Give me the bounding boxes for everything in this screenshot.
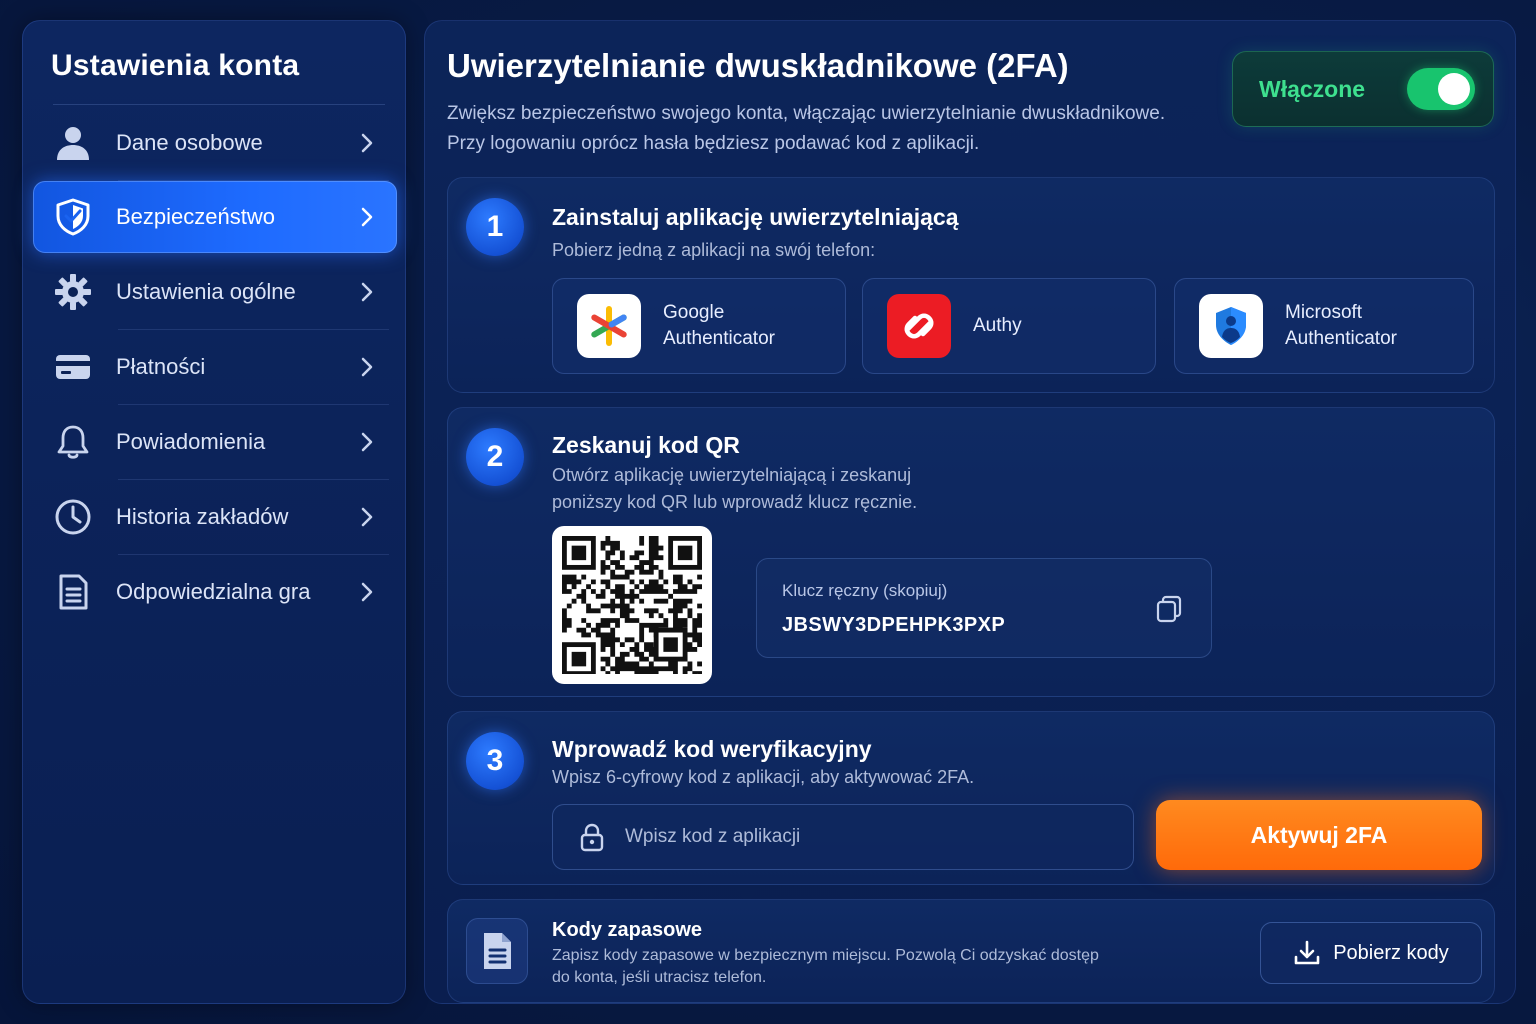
chevron-right-icon	[355, 280, 379, 304]
credit-card-icon	[51, 345, 95, 389]
step-number-badge: 2	[466, 428, 524, 486]
sidebar-item-security[interactable]: Bezpieczeństwo	[33, 181, 397, 253]
app-card-microsoft-authenticator[interactable]: Microsoft Authenticator	[1174, 278, 1474, 374]
toggle-label: Włączone	[1259, 75, 1366, 102]
description-line: do konta, jeśli utracisz telefon.	[552, 969, 767, 986]
sidebar-item-payments[interactable]: Płatności	[33, 331, 397, 405]
step-title: Wprowadź kod weryfikacyjny	[552, 736, 872, 762]
activate-2fa-button[interactable]: Aktywuj 2FA	[1156, 800, 1482, 870]
2fa-status-card: Włączone	[1232, 51, 1494, 127]
chevron-right-icon	[355, 430, 379, 454]
manual-key-label: Klucz ręczny (skopiuj)	[782, 581, 948, 600]
sidebar-title: Ustawienia konta	[51, 49, 300, 82]
chevron-right-icon	[355, 505, 379, 529]
sidebar-item-responsible-gaming[interactable]: Odpowiedzialna gra	[33, 556, 397, 628]
sidebar-item-label: Odpowiedzialna gra	[116, 579, 311, 604]
chevron-right-icon	[355, 580, 379, 604]
app-name: Google Authenticator	[663, 300, 813, 352]
shield-icon	[51, 195, 95, 239]
description-line: Przy logowaniu oprócz hasła będziesz pod…	[447, 133, 980, 154]
sidebar-item-label: Historia zakładów	[116, 504, 289, 529]
sidebar-item-label: Płatności	[116, 354, 206, 379]
step-number-badge: 1	[466, 198, 524, 256]
description-line: Zapisz kody zapasowe w bezpiecznym miejs…	[552, 947, 1099, 964]
chevron-right-icon	[355, 205, 379, 229]
step-subtitle: Pobierz jedną z aplikacji na swój telefo…	[552, 240, 876, 260]
download-codes-label: Pobierz kody	[1333, 941, 1449, 964]
subtitle-line: poniższy kod QR lub wprowadź klucz ręczn…	[552, 492, 918, 512]
step-title: Zainstaluj aplikację uwierzytelniającą	[552, 204, 959, 230]
download-icon	[1293, 939, 1321, 967]
step-subtitle: Wpisz 6-cyfrowy kod z aplikacji, aby akt…	[552, 767, 975, 787]
sidebar-item-notifications[interactable]: Powiadomienia	[33, 406, 397, 480]
app-name-line: Authenticator	[1285, 328, 1397, 349]
verification-code-input[interactable]	[625, 826, 1133, 848]
app-name: Authy	[973, 313, 1123, 339]
authy-icon	[887, 294, 951, 358]
sidebar-item-label: Ustawienia ogólne	[116, 279, 296, 304]
page-title: Uwierzytelnianie dwuskładnikowe (2FA)	[447, 47, 1069, 84]
backup-codes-title: Kody zapasowe	[552, 919, 703, 941]
sidebar-item-label: Bezpieczeństwo	[116, 204, 275, 229]
divider	[118, 554, 389, 555]
verification-code-field[interactable]	[552, 804, 1134, 870]
app-card-google-authenticator[interactable]: Google Authenticator	[552, 278, 846, 374]
google-authenticator-icon	[577, 294, 641, 358]
two-factor-auth-panel: Uwierzytelnianie dwuskładnikowe (2FA) Zw…	[424, 20, 1516, 1004]
sidebar-item-general-settings[interactable]: Ustawienia ogólne	[33, 256, 397, 330]
bell-icon	[51, 420, 95, 464]
app-name-line: Authenticator	[663, 328, 775, 349]
divider	[53, 104, 385, 105]
chevron-right-icon	[355, 355, 379, 379]
divider	[118, 479, 389, 480]
app-card-authy[interactable]: Authy	[862, 278, 1156, 374]
manual-key-value[interactable]: JBSWY3DPEHPK3PXP	[782, 614, 1005, 637]
sidebar-item-label: Dane osobowe	[116, 130, 263, 155]
backup-codes-description: Zapisz kody zapasowe w bezpiecznym miejs…	[552, 945, 1152, 989]
subtitle-line: Otwórz aplikację uwierzytelniającą i zes…	[552, 465, 912, 485]
description-line: Zwiększ bezpieczeństwo swojego konta, wł…	[447, 103, 1166, 124]
manual-key-card: Klucz ręczny (skopiuj) JBSWY3DPEHPK3PXP	[756, 558, 1212, 658]
download-codes-button[interactable]: Pobierz kody	[1260, 922, 1482, 984]
2fa-toggle[interactable]	[1407, 68, 1475, 110]
user-icon	[51, 121, 95, 165]
document-icon	[51, 570, 95, 614]
step-subtitle: Otwórz aplikację uwierzytelniającą i zes…	[552, 462, 917, 516]
microsoft-authenticator-icon	[1199, 294, 1263, 358]
sidebar-item-bet-history[interactable]: Historia zakładów	[33, 481, 397, 555]
sidebar-item-label: Powiadomienia	[116, 429, 266, 454]
divider	[118, 404, 389, 405]
app-name-line: Authy	[973, 315, 1022, 336]
gear-icon	[51, 270, 95, 314]
app-name: Microsoft Authenticator	[1285, 300, 1435, 352]
step-verify-code: 3 Wprowadź kod weryfikacyjny Wpisz 6-cyf…	[447, 711, 1495, 885]
document-icon	[466, 918, 528, 984]
step-scan-qr: 2 Zeskanuj kod QR Otwórz aplikację uwier…	[447, 407, 1495, 697]
app-name-line: Google	[663, 302, 725, 323]
divider	[118, 329, 389, 330]
app-name-line: Microsoft	[1285, 302, 1363, 323]
clock-icon	[51, 495, 95, 539]
backup-codes-card: Kody zapasowe Zapisz kody zapasowe w bez…	[447, 899, 1495, 1003]
qr-code	[552, 526, 712, 684]
step-number-badge: 3	[466, 732, 524, 790]
step-install-app: 1 Zainstaluj aplikację uwierzytelniającą…	[447, 177, 1495, 393]
toggle-knob	[1438, 73, 1470, 105]
lock-icon	[579, 822, 605, 852]
page-description: Zwiększ bezpieczeństwo swojego konta, wł…	[447, 99, 1207, 159]
chevron-right-icon	[355, 131, 379, 155]
copy-icon[interactable]	[1153, 593, 1185, 625]
step-title: Zeskanuj kod QR	[552, 432, 740, 458]
sidebar-item-personal-data[interactable]: Dane osobowe	[33, 107, 397, 181]
settings-sidebar: Ustawienia konta Dane osobowe Bezpieczeń…	[22, 20, 406, 1004]
